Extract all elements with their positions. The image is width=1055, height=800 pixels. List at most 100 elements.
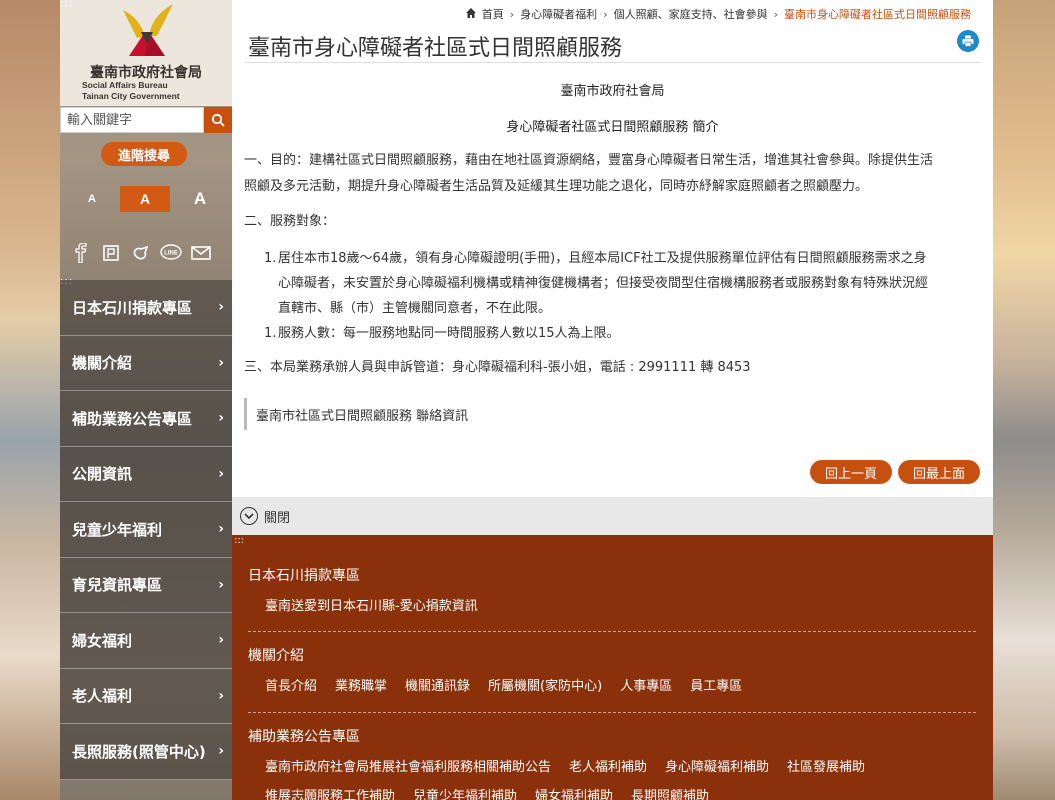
menu-label: 長照服務(照管中心) <box>72 742 206 761</box>
home-icon[interactable] <box>465 7 476 21</box>
menu-label: 婦女福利 <box>72 631 133 650</box>
list-text: 直轄市、縣（市）主管機關同意者，不在此限。 <box>278 301 552 316</box>
footer-group-heading[interactable]: 機關介紹 <box>248 645 976 665</box>
background-scenery-right <box>993 0 1055 800</box>
list-item: 1. 居住本市18歲～64歲，領有身心障礙證明(手冊)，且經本局ICF社工及提供… <box>264 246 974 271</box>
list-item: 1. 服務人數：每一服務地點同一時間服務人數以15人為上限。 <box>264 321 974 346</box>
search-input[interactable] <box>60 107 204 133</box>
search-button[interactable] <box>204 107 232 133</box>
bureau-logo-icon <box>123 4 173 56</box>
footer-group-heading[interactable]: 補助業務公告專區 <box>248 726 976 746</box>
sidebar-item-child-welfare[interactable]: 兒童少年福利 › <box>60 502 232 558</box>
print-button[interactable] <box>957 30 979 52</box>
menu-label: 育兒資訊專區 <box>72 576 163 595</box>
sidebar-item-subsidy[interactable]: 補助業務公告專區 › <box>60 391 232 447</box>
accesskey-marker-footer[interactable]: ::: <box>234 536 244 546</box>
font-size-large-button[interactable]: A <box>186 186 214 212</box>
chevron-down-icon <box>240 507 258 525</box>
footer-link[interactable]: 身心障礙福利補助 <box>665 756 769 775</box>
font-size-medium-button[interactable]: A <box>120 186 170 212</box>
print-icon <box>962 35 974 47</box>
org-heading: 臺南市政府社會局 <box>560 84 665 99</box>
font-size-switcher: A A A <box>60 186 232 212</box>
sidebar-item-parenting[interactable]: 育兒資訊專區 › <box>60 557 232 613</box>
footer-group-heading[interactable]: 日本石川捐款專區 <box>248 565 976 585</box>
footer-link[interactable]: 臺南送愛到日本石川縣-愛心捐款資訊 <box>265 595 478 614</box>
title-divider <box>244 62 981 63</box>
chevron-right-icon: › <box>218 465 224 482</box>
breadcrumb-level2[interactable]: 個人照顧、家庭支持、社會參與 <box>614 6 768 22</box>
search-icon <box>211 113 225 127</box>
footer-link[interactable]: 婦女福利補助 <box>535 785 613 800</box>
chevron-right-icon: › <box>218 410 224 427</box>
search-bar <box>60 107 232 133</box>
purpose-line: 一、目的：建構社區式日間照顧服務，藉由在地社區資源網絡，豐富身心障礙者日常生活，… <box>244 153 934 168</box>
footer-link[interactable]: 長期照顧補助 <box>631 785 709 800</box>
page-title: 臺南市身心障礙者社區式日間照顧服務 <box>248 36 623 61</box>
back-button[interactable]: 回上一頁 <box>810 460 892 484</box>
sidebar-item-about[interactable]: 機關介紹 › <box>60 335 232 391</box>
footer-link[interactable]: 兒童少年福利補助 <box>413 785 517 800</box>
sidebar-item-women-welfare[interactable]: 婦女福利 › <box>60 613 232 669</box>
accesskey-marker[interactable]: ::: <box>60 0 73 9</box>
menu-label: 老人福利 <box>72 687 133 706</box>
intro-heading: 身心障礙者社區式日間照顧服務 簡介 <box>506 120 719 135</box>
footer-link[interactable]: 所屬機關(家防中心) <box>488 675 602 694</box>
footer-group-subsidy: 補助業務公告專區 臺南市政府社會局推展社會福利服務相關補助公告 老人福利補助 身… <box>248 726 976 800</box>
close-label: 關閉 <box>264 510 291 526</box>
facebook-icon[interactable] <box>70 242 92 264</box>
font-size-small-button[interactable]: A <box>78 186 106 212</box>
line-icon[interactable]: LINE <box>160 242 182 264</box>
footer-link[interactable]: 推展志願服務工作補助 <box>265 785 395 800</box>
footer-link[interactable]: 老人福利補助 <box>569 756 647 775</box>
breadcrumb-current[interactable]: 臺南市身心障礙者社區式日間照顧服務 <box>784 6 971 22</box>
chevron-right-icon: › <box>218 299 224 316</box>
footer-divider <box>248 631 976 632</box>
main-content: 首頁 › 身心障礙者福利 › 個人照顧、家庭支持、社會參與 › 臺南市身心障礙者… <box>232 0 993 800</box>
target-heading: 二、服務對象： <box>244 214 336 229</box>
target-list: 1. 居住本市18歲～64歲，領有身心障礙證明(手冊)，且經本局ICF社工及提供… <box>264 246 974 346</box>
footer-link[interactable]: 人事專區 <box>620 675 672 694</box>
social-links: LINE <box>70 240 230 266</box>
footer-links: 臺南送愛到日本石川縣-愛心捐款資訊 <box>248 595 976 614</box>
footer-link[interactable]: 員工專區 <box>690 675 742 694</box>
footer-divider <box>248 712 976 713</box>
contact-info-box[interactable]: 臺南市社區式日間照顧服務 聯絡資訊 <box>244 398 468 430</box>
footer-group-ishikawa: 日本石川捐款專區 臺南送愛到日本石川縣-愛心捐款資訊 <box>248 565 976 614</box>
plurk-icon[interactable] <box>100 242 122 264</box>
sidebar-item-public-info[interactable]: 公開資訊 › <box>60 446 232 502</box>
footer-link[interactable]: 業務職掌 <box>335 675 387 694</box>
chevron-right-icon: › <box>218 632 224 649</box>
org-name-en-line2: Tainan City Government <box>82 91 180 101</box>
breadcrumb-level1[interactable]: 身心障礙者福利 <box>520 6 597 22</box>
purpose-paragraph: 一、目的：建構社區式日間照顧服務，藉由在地社區資源網絡，豐富身心障礙者日常生活，… <box>244 148 984 200</box>
mail-icon[interactable] <box>190 242 212 264</box>
site-logo[interactable]: 臺南市政府社會局 Social Affairs Bureau Tainan Ci… <box>60 0 232 106</box>
footer-link[interactable]: 機關通訊錄 <box>405 675 470 694</box>
footer-link[interactable]: 首長介紹 <box>265 675 317 694</box>
share-icon[interactable] <box>130 242 152 264</box>
breadcrumb-home[interactable]: 首頁 <box>482 6 504 22</box>
svg-text:LINE: LINE <box>164 251 178 257</box>
sidebar-item-long-term-care[interactable]: 長照服務(照管中心) › <box>60 724 232 780</box>
list-number: 1. <box>264 251 277 266</box>
advanced-search-button[interactable]: 進階搜尋 <box>101 142 187 166</box>
footer-link[interactable]: 社區發展補助 <box>787 756 865 775</box>
menu-label: 公開資訊 <box>72 465 133 484</box>
sidebar-item-elderly-welfare[interactable]: 老人福利 › <box>60 668 232 724</box>
sidebar-menu: 日本石川捐款專區 › 機關介紹 › 補助業務公告專區 › 公開資訊 › 兒童少年福利 › … <box>60 280 232 780</box>
chevron-right-icon: › <box>218 354 224 371</box>
sidebar-item-ishikawa-donation[interactable]: 日本石川捐款專區 › <box>60 280 232 336</box>
chevron-right-icon: › <box>773 7 778 21</box>
footer-link[interactable]: 臺南市政府社會局推展社會福利服務相關補助公告 <box>265 756 551 775</box>
org-name-cn: 臺南市政府社會局 <box>90 65 202 81</box>
menu-label: 兒童少年福利 <box>72 520 163 539</box>
footer-toggle[interactable]: 關閉 <box>232 497 993 535</box>
footer-links: 推展志願服務工作補助 兒童少年福利補助 婦女福利補助 長期照顧補助 <box>248 785 976 800</box>
chevron-right-icon: › <box>218 521 224 538</box>
footer-links: 首長介紹 業務職掌 機關通訊錄 所屬機關(家防中心) 人事專區 員工專區 <box>248 675 976 694</box>
back-to-top-button[interactable]: 回最上面 <box>898 460 980 484</box>
purpose-line: 照顧及多元活動，期提升身心障礙者生活品質及延緩其生理功能之退化，同時亦紓解家庭照… <box>244 179 869 194</box>
menu-label: 補助業務公告專區 <box>72 409 193 428</box>
chevron-right-icon: › <box>509 7 515 21</box>
